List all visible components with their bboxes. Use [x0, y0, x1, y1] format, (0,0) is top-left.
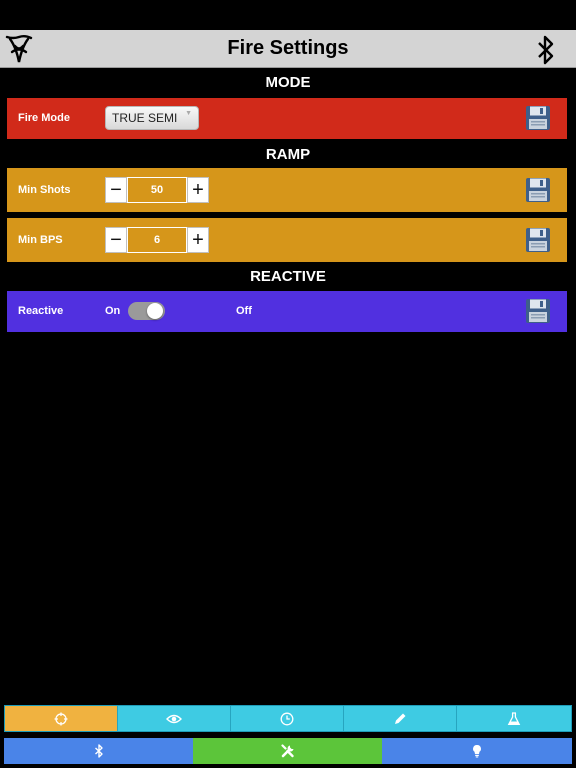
section-title-ramp: RAMP	[265, 146, 311, 163]
section-title-reactive: REACTIVE	[250, 268, 326, 285]
min-bps-row: Min BPS − 6 +	[7, 218, 567, 262]
status-bar	[0, 0, 576, 30]
fire-mode-select[interactable]: TRUE SEMI ▼	[105, 106, 199, 130]
floppy-disk-icon[interactable]	[525, 177, 551, 203]
min-bps-decrement-button[interactable]: −	[105, 227, 127, 253]
eye-icon	[166, 714, 182, 723]
tab-fire[interactable]	[5, 706, 118, 731]
min-bps-increment-button[interactable]: +	[187, 227, 209, 253]
navigation-bar: Fire Settings	[0, 30, 576, 68]
min-shots-row: Min Shots − 50 +	[7, 168, 567, 212]
tab-lab[interactable]	[457, 706, 571, 731]
toggle-knob	[147, 303, 163, 319]
bluetooth-icon	[94, 744, 103, 758]
pencil-icon	[395, 713, 406, 724]
tab-bluetooth[interactable]	[4, 738, 193, 764]
tab-edit[interactable]	[344, 706, 457, 731]
clock-icon	[280, 712, 294, 725]
floppy-disk-icon[interactable]	[525, 105, 551, 131]
reactive-toggle[interactable]	[128, 302, 165, 320]
tools-icon	[280, 744, 294, 758]
reactive-on-label: On	[105, 305, 121, 317]
min-shots-stepper: − 50 +	[105, 177, 209, 203]
crosshair-icon	[54, 712, 68, 725]
tab-timer[interactable]	[231, 706, 344, 731]
min-bps-label: Min BPS	[18, 234, 63, 246]
flask-icon	[507, 711, 521, 725]
floppy-disk-icon[interactable]	[525, 298, 551, 324]
min-shots-label: Min Shots	[18, 184, 71, 196]
page-title: Fire Settings	[227, 37, 349, 59]
min-bps-stepper: − 6 +	[105, 227, 209, 253]
reactive-off-label: Off	[236, 305, 252, 317]
tab-eye[interactable]	[118, 706, 231, 731]
tab-tools[interactable]	[193, 738, 382, 764]
min-bps-input[interactable]: 6	[127, 227, 187, 253]
main-tab-bar	[4, 738, 572, 764]
min-shots-increment-button[interactable]: +	[187, 177, 209, 203]
section-tab-bar	[4, 705, 572, 732]
section-title-mode: MODE	[265, 74, 311, 91]
fire-mode-row: Fire Mode TRUE SEMI ▼	[7, 98, 567, 139]
bluetooth-icon[interactable]	[533, 34, 559, 66]
fire-mode-label: Fire Mode	[18, 112, 70, 124]
floppy-disk-icon[interactable]	[525, 227, 551, 253]
tab-lights[interactable]	[382, 738, 572, 764]
fire-mode-value: TRUE SEMI	[112, 111, 178, 125]
reactive-row: Reactive On Off	[7, 291, 567, 332]
lightbulb-icon	[473, 744, 481, 758]
min-shots-input[interactable]: 50	[127, 177, 187, 203]
chevron-down-icon: ▼	[185, 110, 192, 117]
min-shots-decrement-button[interactable]: −	[105, 177, 127, 203]
reactive-label: Reactive	[18, 305, 64, 317]
